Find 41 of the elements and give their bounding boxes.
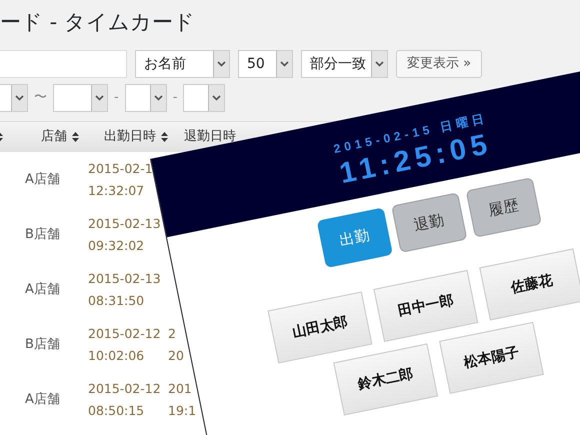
sort-icon[interactable]	[161, 132, 168, 142]
column-header[interactable]: 退勤日時	[184, 127, 236, 147]
table-cell-text: B店舗	[24, 226, 61, 244]
caret-icon	[154, 95, 163, 102]
table-cell-text: 201 19:1	[168, 380, 196, 420]
field-select[interactable]: お名前	[135, 50, 230, 78]
caret-icon	[280, 61, 289, 68]
column-header[interactable]: 店舗	[41, 127, 67, 147]
caret-icon	[15, 95, 24, 102]
table-cell-text: 2015-02-13 09:32:02	[88, 214, 162, 255]
page-title: ード - タイムカード	[0, 10, 196, 36]
caret-icon	[375, 61, 384, 68]
table-cell-text: 2 20	[168, 324, 184, 365]
count-select[interactable]: 50	[238, 50, 293, 78]
submit-button[interactable]: 変更表示 »	[396, 50, 482, 78]
search-field[interactable]	[0, 50, 127, 78]
table-cell-text: A店舗	[24, 280, 61, 299]
year-select[interactable]	[0, 84, 28, 112]
table-cell-text: 2015-02-13 08:31:50	[88, 270, 162, 310]
column-header[interactable]: 出勤日時	[104, 127, 156, 147]
mode-button[interactable]: 退勤	[390, 192, 467, 253]
separator-text: -	[114, 89, 119, 108]
sort-icon[interactable]	[72, 132, 79, 142]
table-cell-text: B店舗	[24, 336, 61, 354]
separator-text: -	[172, 89, 178, 108]
staff-button[interactable]: 松本陽子	[439, 322, 544, 394]
caret-icon	[212, 95, 222, 102]
staff-button[interactable]: 田中一郎	[373, 270, 478, 342]
caret-icon	[217, 61, 226, 68]
mode-button[interactable]: 履歴	[465, 177, 542, 238]
staff-button[interactable]: 鈴木二郎	[333, 343, 438, 416]
table-cell-text: A店舗	[24, 170, 61, 189]
match-select[interactable]: 部分一致	[301, 50, 388, 78]
table-cell-text: 2015-02-12 08:50:15	[88, 380, 162, 420]
staff-button[interactable]: 山田太郎	[268, 291, 372, 364]
table-cell-text: 2015-02-1 12:32:07	[88, 160, 154, 200]
table-cell-text: A店舗	[24, 390, 61, 409]
staff-button[interactable]: 佐藤花	[479, 248, 580, 320]
separator-text: 〜	[34, 89, 47, 108]
caret-icon	[95, 95, 104, 102]
table-cell-text: 2015-02-12 10:02:06	[88, 324, 162, 365]
